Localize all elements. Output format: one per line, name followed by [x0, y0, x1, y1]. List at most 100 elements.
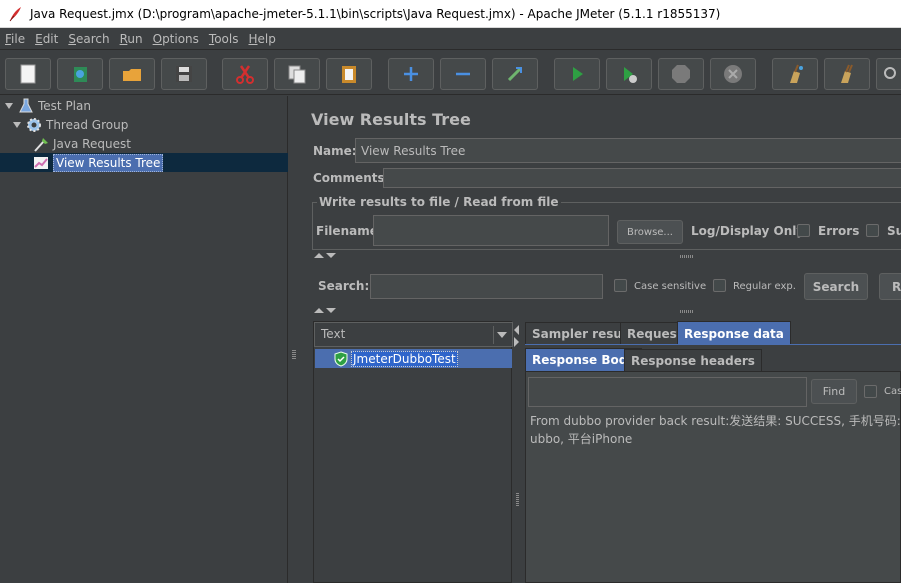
errors-label: Errors — [818, 224, 860, 238]
log-display-label: Log/Display Only: — [691, 224, 809, 238]
clear-all-button[interactable] — [824, 58, 870, 90]
toolbar — [0, 51, 901, 95]
clear-all-icon — [841, 64, 853, 83]
case-sensitive-checkbox[interactable] — [614, 279, 627, 292]
menu-label-rest: earch — [75, 31, 110, 46]
collapse-up-arrow-icon[interactable] — [314, 253, 324, 258]
name-label: Name: — [313, 144, 357, 158]
jmeter-feather-icon — [9, 6, 21, 21]
menu-label-rest: un — [127, 31, 143, 46]
search-divider[interactable] — [312, 308, 901, 316]
menu-help[interactable]: Help — [244, 32, 281, 46]
divider-grip[interactable] — [680, 255, 694, 258]
templates-icon — [74, 67, 87, 82]
search-label: Search: — [318, 279, 370, 293]
sample-results-list: Text JmeterDubboTest — [313, 321, 513, 583]
browse-button[interactable]: Browse... — [617, 220, 683, 244]
main-splitter[interactable] — [289, 96, 299, 583]
tree-label-java-request: Java Request — [53, 136, 131, 151]
find-case-checkbox[interactable] — [864, 385, 877, 398]
regexp-checkbox[interactable] — [713, 279, 726, 292]
tree-node-test-plan[interactable]: Test Plan — [4, 96, 91, 115]
save-button[interactable] — [161, 58, 207, 90]
successes-label: Su — [887, 224, 901, 238]
expand-arrow-icon[interactable] — [4, 101, 14, 111]
filename-label: Filename — [316, 224, 378, 238]
name-input[interactable] — [355, 138, 901, 163]
success-shield-icon — [334, 350, 348, 367]
errors-checkbox[interactable] — [797, 224, 810, 237]
tab-response-headers[interactable]: Response headers — [624, 349, 762, 371]
collapse-divider[interactable] — [312, 253, 901, 261]
collapse-left-arrow-icon[interactable] — [514, 325, 519, 335]
toggle-button[interactable] — [492, 58, 538, 90]
shutdown-button[interactable] — [710, 58, 756, 90]
copy-button[interactable] — [274, 58, 320, 90]
start-no-pauses-button[interactable] — [606, 58, 652, 90]
menu-file[interactable]: File — [0, 32, 30, 46]
splitter-grip[interactable] — [292, 350, 296, 360]
new-icon — [20, 64, 36, 84]
collapse-up-arrow-icon[interactable] — [314, 308, 324, 313]
menu-options[interactable]: Options — [148, 32, 204, 46]
menu-search[interactable]: Search — [63, 32, 114, 46]
splitter-grip[interactable] — [516, 493, 519, 507]
find-button[interactable]: Find — [811, 379, 857, 404]
paste-button[interactable] — [326, 58, 372, 90]
copy-icon — [288, 65, 306, 84]
find-case-label: Cas — [884, 386, 901, 397]
menu-mnemonic: S — [68, 31, 76, 46]
start-button[interactable] — [554, 58, 600, 90]
comments-label: Comments: — [313, 171, 390, 185]
expand-arrow-icon[interactable] — [12, 120, 22, 130]
reset-button[interactable]: R — [879, 273, 901, 300]
regexp-label: Regular exp. — [733, 281, 796, 292]
tab-response-data[interactable]: Response data — [677, 321, 791, 345]
results-splitter[interactable] — [513, 321, 522, 583]
filename-input[interactable] — [373, 215, 609, 246]
open-button[interactable] — [109, 58, 155, 90]
menu-edit[interactable]: Edit — [30, 32, 63, 46]
collapse-icon — [456, 72, 470, 76]
clear-button[interactable] — [772, 58, 818, 90]
menu-label-rest: elp — [257, 31, 276, 46]
stop-icon — [672, 65, 690, 83]
collapse-all-button[interactable] — [440, 58, 486, 90]
menu-mnemonic: O — [152, 31, 163, 46]
new-button[interactable] — [5, 58, 51, 90]
find-input[interactable] — [528, 377, 807, 407]
response-body-text[interactable]: From dubbo provider back result:发送结果: SU… — [530, 412, 901, 448]
search-icon — [884, 67, 896, 79]
divider-grip[interactable] — [680, 310, 694, 313]
write-results-legend: Write results to file / Read from file — [317, 195, 561, 209]
collapse-down-arrow-icon[interactable] — [326, 308, 336, 313]
collapse-down-arrow-icon[interactable] — [326, 253, 336, 258]
renderer-select[interactable]: Text — [314, 322, 513, 347]
stop-button[interactable] — [658, 58, 704, 90]
cut-button[interactable] — [222, 58, 268, 90]
collapse-right-arrow-icon[interactable] — [514, 337, 519, 347]
templates-button[interactable] — [57, 58, 103, 90]
menu-tools[interactable]: Tools — [204, 32, 244, 46]
menu-run[interactable]: Run — [115, 32, 148, 46]
view-results-tree-panel: View Results Tree Name: Comments: Write … — [300, 96, 901, 583]
thread-group-gear-icon — [27, 117, 41, 132]
tree-label-view-results-tree: View Results Tree — [53, 153, 164, 172]
search-toolbar-button[interactable] — [876, 58, 901, 90]
expand-all-button[interactable] — [388, 58, 434, 90]
successes-checkbox[interactable] — [866, 224, 879, 237]
search-input[interactable] — [370, 274, 603, 299]
response-body-panel: Find Cas From dubbo provider back result… — [525, 371, 901, 583]
tree-node-java-request[interactable]: Java Request — [32, 134, 131, 153]
tree-node-view-results-tree[interactable]: View Results Tree — [0, 153, 288, 172]
result-item[interactable]: JmeterDubboTest — [315, 349, 512, 368]
search-button[interactable]: Search — [804, 273, 868, 300]
chevron-down-icon[interactable] — [493, 326, 509, 344]
comments-input[interactable] — [383, 168, 901, 188]
response-line-2: ubbo, 平台iPhone — [530, 432, 633, 446]
expand-icon — [404, 67, 418, 81]
tree-node-thread-group[interactable]: Thread Group — [12, 115, 128, 134]
start-icon — [573, 67, 583, 81]
menu-mnemonic: H — [248, 31, 258, 46]
tree-label-test-plan: Test Plan — [38, 98, 91, 113]
